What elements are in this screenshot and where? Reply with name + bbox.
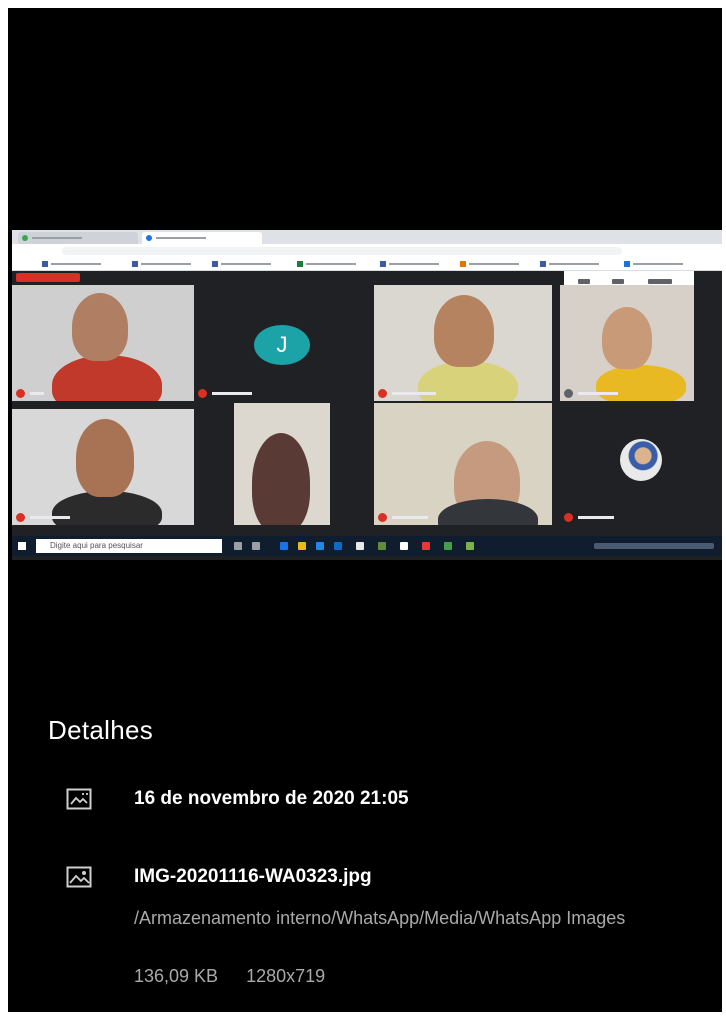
participant-tile <box>12 285 194 401</box>
file-size: 136,09 KB <box>134 966 219 986</box>
participant-avatar-photo <box>620 439 662 481</box>
participant-tile <box>12 409 194 525</box>
windows-taskbar: Digite aqui para pesquisar <box>12 536 722 556</box>
photo-preview[interactable]: J Digite aqui para pesquisar <box>12 230 722 560</box>
windows-start-icon <box>18 542 26 550</box>
details-heading: Detalhes <box>48 715 154 745</box>
participant-avatar: J <box>254 325 310 365</box>
image-file-icon <box>66 866 92 888</box>
participant-tile <box>560 285 694 401</box>
browser-address-bar <box>12 244 722 258</box>
file-path: /Armazenamento interno/WhatsApp/Media/Wh… <box>134 908 626 928</box>
participant-tile <box>374 403 552 525</box>
participant-tile <box>374 285 552 401</box>
photo-date: 16 de novembro de 2020 21:05 <box>134 788 409 809</box>
photo-details-screen: J Digite aqui para pesquisar Detalhes 16… <box>8 8 722 1012</box>
browser-tab <box>18 232 138 244</box>
browser-tab-active <box>142 232 262 244</box>
participant-tile <box>234 403 330 525</box>
file-resolution: 1280x719 <box>246 966 326 986</box>
recording-badge <box>16 273 80 282</box>
browser-bookmarks-bar <box>12 258 722 271</box>
meeting-grid: J <box>12 271 722 536</box>
file-meta: 136,09 KB 1280x719 <box>134 966 325 987</box>
taskbar-search-box: Digite aqui para pesquisar <box>36 539 222 553</box>
system-tray <box>594 543 714 549</box>
calendar-image-icon <box>66 788 92 810</box>
browser-tab-bar <box>12 230 722 244</box>
participant-tile: J <box>194 285 370 401</box>
file-name: IMG-20201116-WA0323.jpg <box>134 866 372 887</box>
participant-tile <box>560 403 722 525</box>
